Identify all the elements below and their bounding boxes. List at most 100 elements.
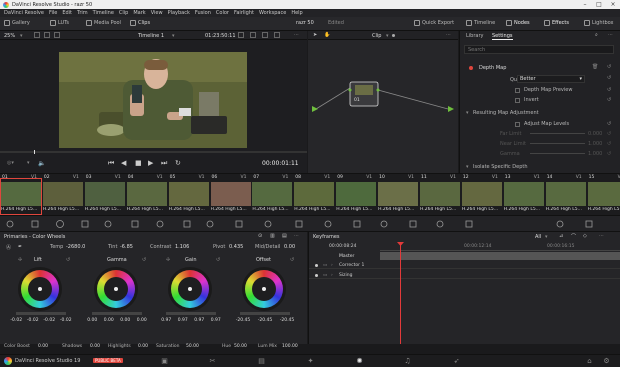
color-page-icon[interactable]: ✺ [355, 357, 364, 366]
keyframe-playhead[interactable] [400, 243, 401, 344]
depth-map-preview-checkbox[interactable] [515, 88, 520, 93]
offset-master-slider[interactable] [240, 312, 290, 315]
hand-icon[interactable] [274, 32, 280, 38]
hue-value[interactable]: 50.00 [234, 344, 247, 349]
temp-value[interactable]: -2680.0 [66, 244, 85, 250]
viewer-mode-left-icon[interactable]: ◎▾ [7, 160, 14, 166]
keyframe-mode-icon[interactable]: ⊿ [559, 233, 563, 239]
hand-tool-icon[interactable]: ✋ [324, 32, 330, 38]
clip-thumbnail[interactable]: 01 V1 H.264 High L5... [0, 175, 42, 215]
offset-wheel-handle[interactable] [262, 287, 266, 291]
timeline-button[interactable]: Timeline [466, 20, 495, 26]
node-more-icon[interactable]: ··· [446, 32, 451, 38]
gain-master-slider[interactable] [166, 312, 216, 315]
lift-picker-icon[interactable]: ✢ [18, 257, 22, 263]
edit-page-icon[interactable]: ▤ [257, 357, 266, 366]
gain-y-value[interactable]: 0.97 [161, 318, 171, 323]
corrector-dot[interactable] [315, 264, 318, 267]
invert-reset-icon[interactable]: ↺ [607, 97, 611, 103]
gain-picker-icon[interactable]: ✢ [166, 257, 170, 263]
gain-b-value[interactable]: 0.97 [211, 318, 221, 323]
isolate-depth-section[interactable]: Isolate Specific Depth [473, 164, 528, 170]
zoom-dropdown-icon[interactable]: ▾ [20, 33, 23, 39]
tab-library[interactable]: Library [466, 33, 483, 39]
deliver-page-icon[interactable]: ➶ [452, 357, 461, 366]
menu-view[interactable]: View [151, 10, 163, 16]
viewer-mode-icon[interactable] [34, 32, 40, 38]
lift-r-value[interactable]: -0.02 [27, 318, 39, 323]
clip-thumbnail[interactable]: 12 V1 H.264 High L5... [461, 175, 502, 214]
maximize-button[interactable]: □ [592, 0, 606, 9]
filter-chevron-icon[interactable]: ▾ [545, 234, 548, 240]
quality-select[interactable]: Better ▾ [517, 75, 585, 83]
master-track-bar[interactable] [380, 252, 620, 260]
lum-mix-value[interactable]: 100.00 [282, 344, 298, 349]
gain-r-value[interactable]: 0.97 [178, 318, 188, 323]
viewer-option-icon[interactable] [238, 32, 244, 38]
tint-value[interactable]: -6.85 [120, 244, 133, 250]
gamma-master-slider[interactable] [92, 312, 142, 315]
nodes-button[interactable]: Nodes [506, 20, 530, 26]
offset-reset-icon[interactable]: ↺ [290, 257, 294, 263]
node-mode-dropdown[interactable]: Clip [372, 33, 381, 39]
reverse-play-icon[interactable]: ◀ [121, 159, 126, 167]
saturation-value[interactable]: 50.00 [186, 344, 199, 349]
gamma-reset-icon[interactable]: ↺ [607, 151, 611, 157]
volume-icon[interactable]: 🔈 [38, 160, 45, 167]
wheels-mode-icon[interactable]: ⊙ [258, 233, 262, 239]
menu-fairlight[interactable]: Fairlight [234, 10, 254, 16]
menu-fusion[interactable]: Fusion [195, 10, 211, 16]
lift-wheel[interactable] [21, 270, 59, 308]
lightbox-button[interactable]: Lightbox [584, 20, 614, 26]
collapse-chevron-icon[interactable]: ▾ [466, 110, 469, 116]
clip-thumbnail[interactable]: 02 V1 H.264 High L5... [42, 175, 83, 214]
offset-b-value[interactable]: -20.45 [280, 318, 295, 323]
cut-page-icon[interactable]: ✂ [208, 357, 217, 366]
clip-thumbnail[interactable]: 13 V1 H.264 High L5... [503, 175, 544, 214]
clips-button[interactable]: Clips [130, 20, 150, 26]
zoom-level[interactable]: 25% [4, 33, 15, 39]
settings-gear-icon[interactable]: ⚙ [602, 357, 611, 366]
near-limit-slider[interactable] [530, 143, 585, 144]
timeline-dropdown-icon[interactable]: ▾ [172, 33, 175, 39]
inspector-more-icon[interactable]: ··· [608, 32, 613, 38]
isolate-chevron-icon[interactable]: ▾ [466, 164, 469, 170]
middetail-value[interactable]: 0.00 [284, 244, 295, 250]
cursor-icon[interactable] [262, 32, 268, 38]
gallery-button[interactable]: Gallery [4, 20, 30, 26]
pointer-icon[interactable]: ➤ [313, 32, 317, 38]
menu-davinci[interactable]: DaVinci Resolve [4, 10, 44, 16]
play-icon[interactable]: ▶ [148, 159, 153, 167]
preview-reset-icon[interactable]: ↺ [607, 87, 611, 93]
gain-wheel-handle[interactable] [188, 287, 192, 291]
log-mode-icon[interactable]: ▤ [282, 233, 287, 239]
luts-button[interactable]: LUTs [50, 20, 69, 26]
timeline-name[interactable]: Timeline 1 [138, 33, 164, 39]
gamma-wheel-handle[interactable] [114, 287, 118, 291]
close-button[interactable]: × [606, 0, 620, 9]
gamma-limit-value[interactable]: 1.000 [588, 151, 602, 157]
media-pool-button[interactable]: Media Pool [86, 20, 121, 26]
clip-thumbnail[interactable]: 09 V1 H.264 High L5... [336, 175, 377, 214]
gamma-b-value[interactable]: 0.00 [137, 318, 147, 323]
search-input[interactable]: Search [464, 45, 614, 54]
menu-trim[interactable]: Trim [77, 10, 88, 16]
clip-thumbnail[interactable]: 05 V1 H.264 High L5... [168, 175, 209, 214]
offset-g-value[interactable]: -20.45 [258, 318, 273, 323]
fairlight-page-icon[interactable]: ♫ [403, 357, 412, 366]
offset-r-value[interactable]: -20.45 [236, 318, 251, 323]
playhead-marker-icon[interactable] [397, 242, 404, 246]
menu-edit[interactable]: Edit [62, 10, 72, 16]
lift-b-value[interactable]: -0.02 [60, 318, 72, 323]
clip-thumbnail[interactable]: 15V1H.264 High L5... [587, 175, 620, 214]
clip-thumbnail[interactable]: 04 V1 H.264 High L5... [126, 175, 167, 214]
clip-thumbnail[interactable]: 11 V1 H.264 High L5... [420, 175, 460, 214]
gain-g-value[interactable]: 0.97 [194, 318, 204, 323]
reset-icon[interactable]: ↺ [607, 64, 611, 70]
search-icon[interactable]: ⌕ [595, 32, 598, 38]
lift-master-slider[interactable] [16, 312, 66, 315]
gain-reset-icon[interactable]: ↺ [216, 257, 220, 263]
clip-thumbnail[interactable]: 08 V1 H.264 High L5... [294, 175, 335, 214]
contrast-value[interactable]: 1.106 [175, 244, 189, 250]
gamma-g-value[interactable]: 0.00 [120, 318, 130, 323]
